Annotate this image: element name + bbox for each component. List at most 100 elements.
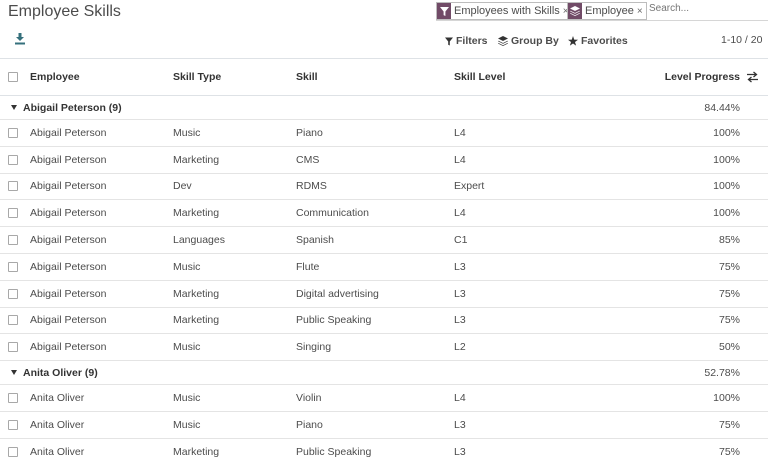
group-name: Abigail Peterson (9) [23, 101, 122, 114]
cell-employee: Abigail Peterson [30, 126, 107, 139]
column-header-level-progress[interactable]: Level Progress [600, 59, 740, 95]
cell-skill-type: Music [173, 260, 201, 273]
optional-columns-toggle-icon[interactable] [746, 71, 759, 83]
cell-employee: Abigail Peterson [30, 234, 107, 247]
pager-value[interactable]: 1-10 / 20 [721, 34, 762, 46]
facet-label: Employee [585, 5, 634, 17]
row-checkbox[interactable] [8, 235, 18, 246]
cell-skill-type: Marketing [173, 153, 220, 166]
cell-skill-type: Marketing [173, 314, 220, 327]
table-row[interactable]: Abigail Peterson Music Piano L4 100% [0, 120, 768, 147]
table-row[interactable]: Abigail Peterson Marketing Communication L4… [0, 200, 768, 228]
layers-icon [498, 36, 508, 46]
caret-down-icon [11, 369, 17, 375]
cell-level-progress: 75% [718, 314, 740, 327]
cell-level-progress: 100% [713, 392, 740, 405]
favorites-label: Favorites [581, 35, 628, 47]
cell-skill: RDMS [296, 180, 327, 193]
row-checkbox[interactable] [8, 419, 18, 430]
cell-skill: Flute [296, 260, 320, 273]
group-row[interactable]: Abigail Peterson (9) 84.44% [0, 96, 768, 120]
column-header-skill[interactable]: Skill [296, 59, 318, 95]
filter-icon [437, 3, 451, 19]
cell-skill: Public Speaking [296, 445, 372, 458]
row-checkbox[interactable] [8, 261, 18, 272]
cell-employee: Abigail Peterson [30, 341, 107, 354]
download-icon[interactable] [14, 33, 26, 45]
row-checkbox[interactable] [8, 315, 18, 326]
cell-skill-type: Languages [173, 234, 225, 247]
column-header-skill-level[interactable]: Skill Level [454, 59, 505, 95]
cell-skill: Public Speaking [296, 314, 372, 327]
cell-employee: Anita Oliver [30, 418, 85, 431]
cell-skill-type: Marketing [173, 207, 220, 220]
table-row[interactable]: Abigail Peterson Music Singing L2 50% [0, 334, 768, 362]
cell-level-progress: 75% [718, 418, 740, 431]
group-level-progress: 84.44% [704, 101, 740, 114]
facet-remove-icon[interactable]: × [637, 6, 646, 17]
cell-employee: Abigail Peterson [30, 180, 107, 193]
cell-level-progress: 100% [713, 207, 740, 220]
row-checkbox[interactable] [8, 181, 18, 192]
cell-level-progress: 100% [713, 126, 740, 139]
table-row[interactable]: Abigail Peterson Music Flute L3 75% [0, 254, 768, 281]
cell-employee: Anita Oliver [30, 392, 85, 405]
row-checkbox[interactable] [8, 288, 18, 299]
filters-label: Filters [456, 35, 488, 47]
cell-skill-level: L3 [454, 314, 466, 327]
layers-icon [568, 3, 582, 19]
column-header-employee[interactable]: Employee [30, 59, 80, 95]
table-header: Employee Skill Type Skill Skill Level Le… [0, 59, 768, 96]
table-row[interactable]: Anita Oliver Music Violin L4 100% [0, 385, 768, 412]
cell-skill: Piano [296, 126, 323, 139]
row-checkbox[interactable] [8, 342, 18, 353]
cell-skill-level: L2 [454, 341, 466, 354]
cell-skill-level: L3 [454, 287, 466, 300]
search-input[interactable] [649, 3, 764, 14]
cell-skill: Piano [296, 418, 323, 431]
row-checkbox[interactable] [8, 446, 18, 457]
cell-skill: CMS [296, 153, 320, 166]
group-level-progress: 52.78% [704, 366, 740, 379]
cell-skill-level: L4 [454, 207, 466, 220]
row-checkbox[interactable] [8, 393, 18, 404]
row-checkbox[interactable] [8, 127, 18, 138]
table-row[interactable]: Abigail Peterson Marketing Digital adverti… [0, 281, 768, 308]
column-header-skill-type[interactable]: Skill Type [173, 59, 221, 95]
filters-button[interactable]: Filters [445, 35, 488, 47]
cell-skill-level: C1 [454, 234, 468, 247]
row-checkbox[interactable] [8, 208, 18, 219]
cell-level-progress: 75% [718, 445, 740, 458]
group-by-button[interactable]: Group By [498, 35, 559, 47]
cell-skill: Spanish [296, 234, 334, 247]
table-row[interactable]: Anita Oliver Music Piano L3 75% [0, 412, 768, 439]
cell-employee: Abigail Peterson [30, 287, 107, 300]
cell-employee: Abigail Peterson [30, 153, 107, 166]
table-row[interactable]: Anita Oliver Marketing Public Speaking L3 75… [0, 439, 768, 465]
cell-skill-type: Marketing [173, 287, 220, 300]
cell-level-progress: 100% [713, 153, 740, 166]
group-row[interactable]: Anita Oliver (9) 52.78% [0, 361, 768, 386]
cell-skill-level: L4 [454, 153, 466, 166]
cell-level-progress: 75% [718, 260, 740, 273]
cell-skill-level: L3 [454, 260, 466, 273]
favorites-button[interactable]: Favorites [568, 35, 628, 47]
cell-skill-type: Music [173, 392, 201, 405]
cell-skill-level: L4 [454, 392, 466, 405]
cell-skill-type: Music [173, 418, 201, 431]
caret-down-icon [11, 104, 17, 110]
cell-level-progress: 75% [718, 287, 740, 300]
facet-employee[interactable]: Employee × [567, 2, 647, 20]
cell-skill-level: L4 [454, 126, 466, 139]
row-checkbox[interactable] [8, 154, 18, 165]
select-all-checkbox[interactable] [8, 72, 18, 82]
table-row[interactable]: Abigail Peterson Marketing CMS L4 100% [0, 147, 768, 174]
cell-skill: Communication [296, 207, 369, 220]
cell-level-progress: 50% [718, 341, 740, 354]
facet-employees-with-skills[interactable]: Employees with Skills × [436, 2, 573, 20]
table-row[interactable]: Abigail Peterson Languages Spanish C1 85% [0, 227, 768, 254]
table-row[interactable]: Abigail Peterson Dev RDMS Expert 100% [0, 174, 768, 201]
table-row[interactable]: Abigail Peterson Marketing Public Speaking… [0, 308, 768, 335]
cell-skill-type: Music [173, 126, 201, 139]
cell-skill-type: Music [173, 341, 201, 354]
